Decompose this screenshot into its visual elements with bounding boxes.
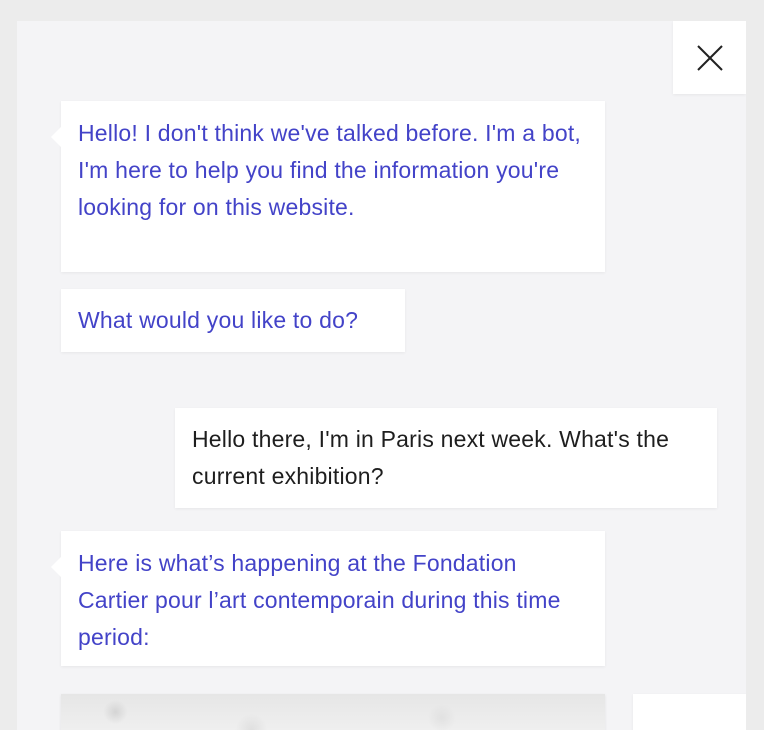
close-icon: [696, 44, 723, 71]
bot-message: Here is what’s happening at the Fondatio…: [51, 531, 605, 666]
exhibition-card-image: [61, 694, 605, 730]
user-message-text: Hello there, I'm in Paris next week. Wha…: [192, 426, 670, 489]
chat-panel: Hello! I don't think we've talked before…: [17, 21, 746, 730]
bot-message-text: Here is what’s happening at the Fondatio…: [78, 550, 561, 650]
exhibition-card-next[interactable]: [633, 694, 746, 730]
bot-message: Hello! I don't think we've talked before…: [51, 101, 605, 272]
exhibition-card[interactable]: [61, 694, 605, 730]
bot-message-text: Hello! I don't think we've talked before…: [78, 120, 582, 220]
close-button[interactable]: [673, 21, 746, 94]
user-message: Hello there, I'm in Paris next week. Wha…: [175, 408, 717, 508]
bot-message: What would you like to do?: [61, 289, 405, 352]
bot-message-text: What would you like to do?: [78, 307, 359, 333]
